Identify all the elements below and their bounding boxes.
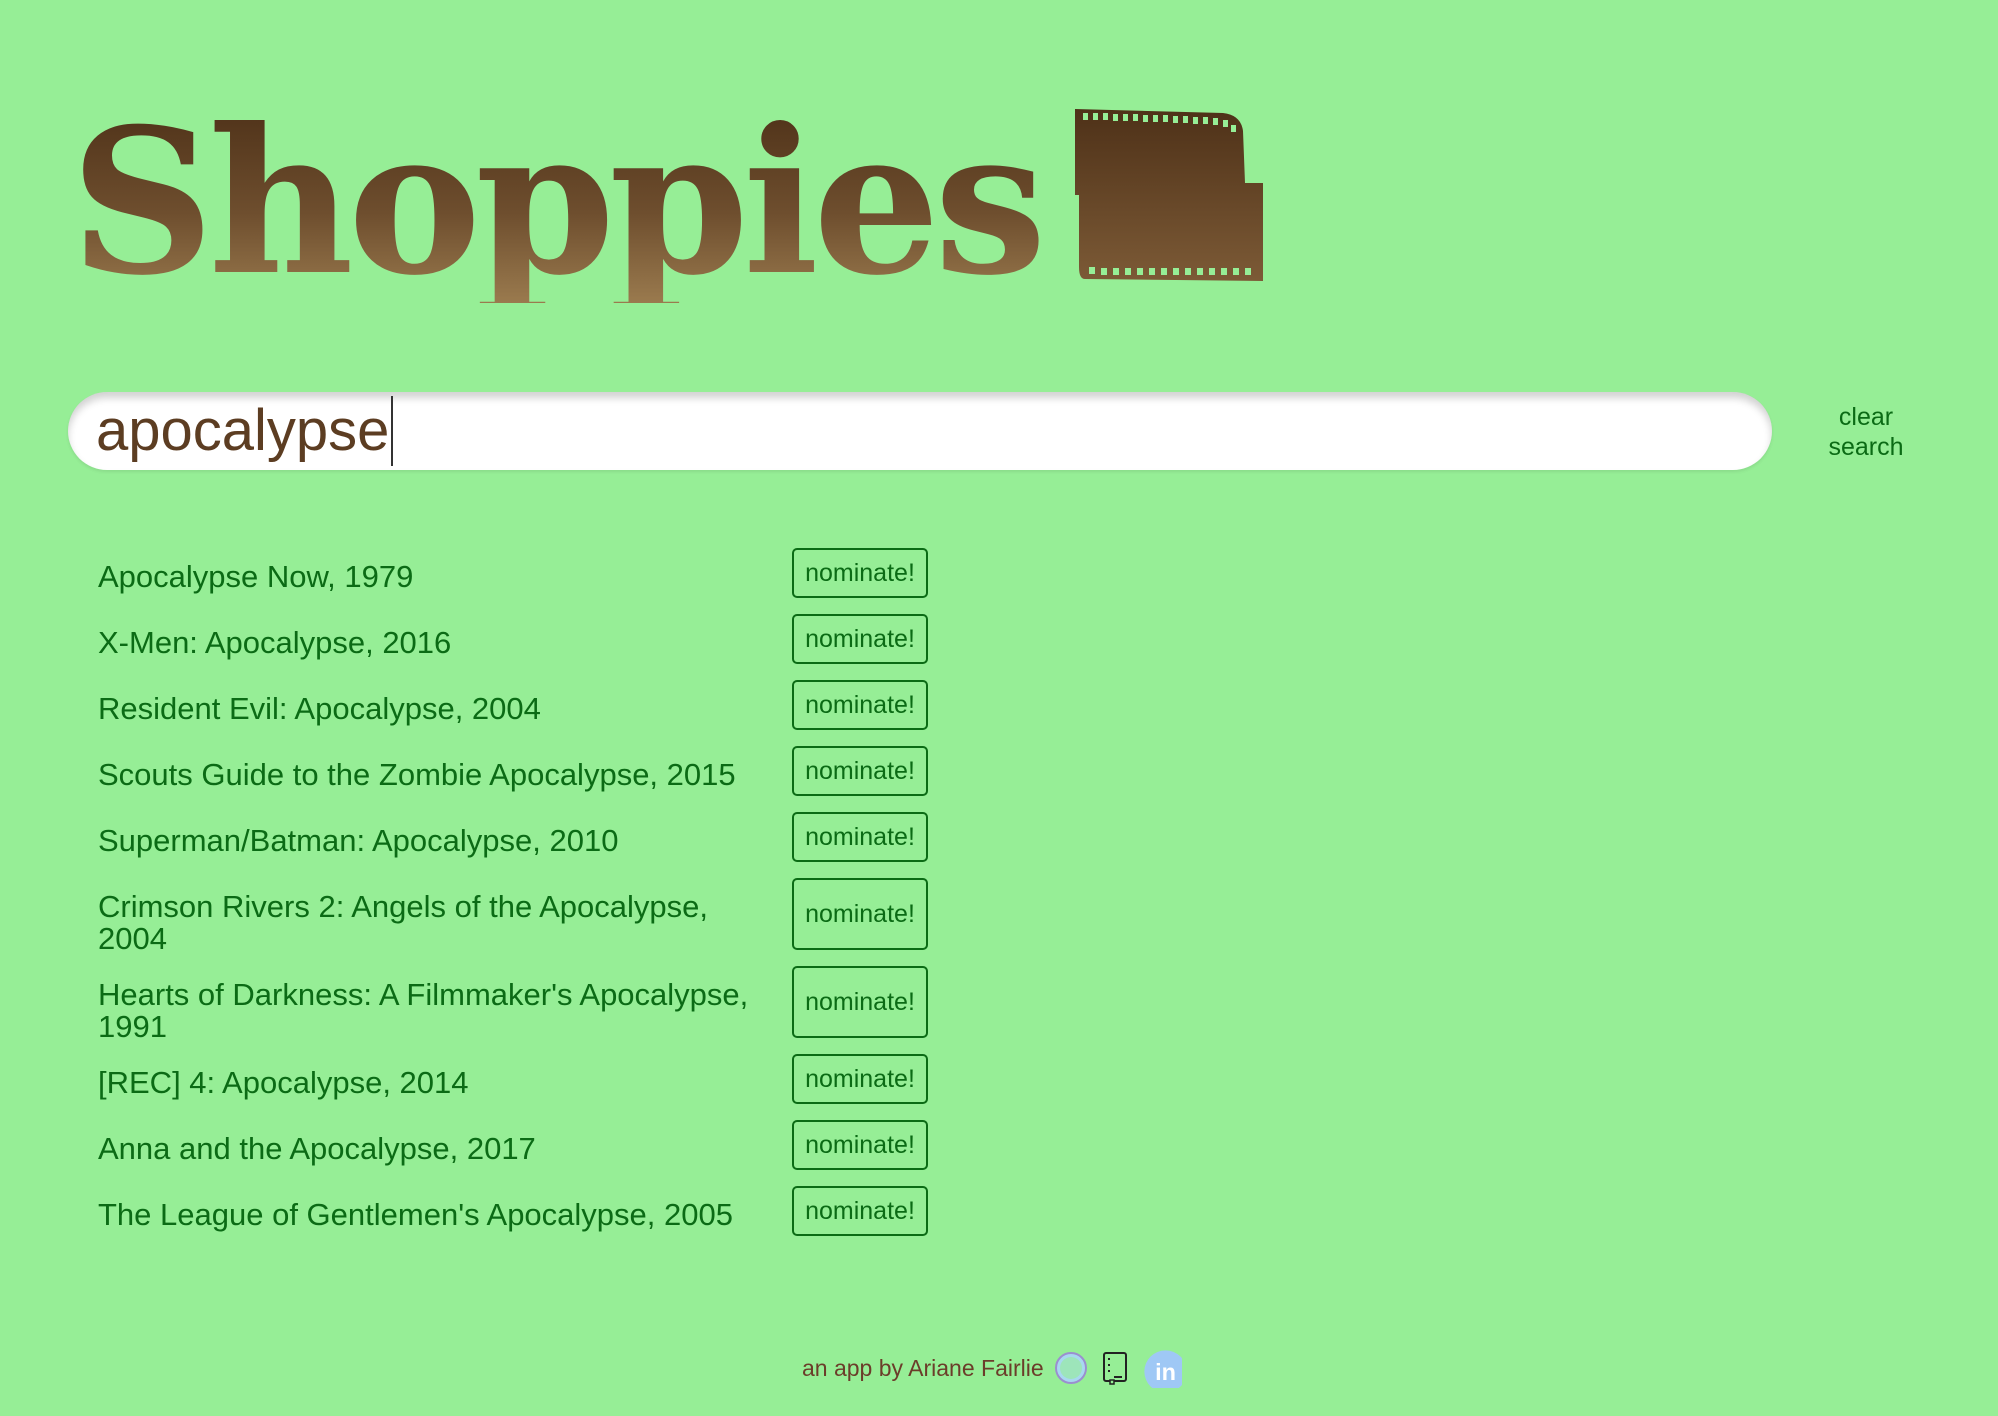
result-row: Crimson Rivers 2: Angels of the Apocalyp… — [98, 878, 928, 966]
search-input[interactable]: apocalypse — [96, 396, 389, 466]
movie-title: Superman/Batman: Apocalypse, 2010 — [98, 823, 619, 858]
result-row: Superman/Batman: Apocalypse, 2010 nomina… — [98, 812, 928, 878]
result-row: The League of Gentlemen's Apocalypse, 20… — [98, 1186, 928, 1252]
logo: Shoppies — [70, 95, 1263, 303]
github-icon[interactable] — [1054, 1351, 1088, 1385]
clear-search-button[interactable]: clear search — [1816, 402, 1916, 462]
nominate-button[interactable]: nominate! — [792, 1120, 928, 1170]
result-row: Hearts of Darkness: A Filmmaker's Apocal… — [98, 966, 928, 1054]
movie-title: Resident Evil: Apocalypse, 2004 — [98, 691, 541, 726]
result-row: Scouts Guide to the Zombie Apocalypse, 2… — [98, 746, 928, 812]
movie-title: Hearts of Darkness: A Filmmaker's Apocal… — [98, 977, 749, 1044]
nominate-button[interactable]: nominate! — [792, 878, 928, 950]
movie-title: Crimson Rivers 2: Angels of the Apocalyp… — [98, 889, 708, 956]
footer-credit: an app by Ariane Fairlie — [802, 1354, 1044, 1381]
movie-title: X-Men: Apocalypse, 2016 — [98, 625, 452, 660]
search-bar[interactable]: apocalypse — [68, 392, 1772, 470]
svg-text:in: in — [1155, 1359, 1176, 1385]
movie-title: Anna and the Apocalypse, 2017 — [98, 1131, 536, 1166]
nominate-button[interactable]: nominate! — [792, 614, 928, 664]
portfolio-icon[interactable] — [1098, 1351, 1132, 1385]
nominate-button[interactable]: nominate! — [792, 812, 928, 862]
linkedin-icon[interactable]: in — [1142, 1348, 1182, 1388]
nominate-button[interactable]: nominate! — [792, 548, 928, 598]
text-caret — [391, 396, 394, 466]
clear-search-label-line2: search — [1828, 433, 1904, 461]
nominate-button[interactable]: nominate! — [792, 1186, 928, 1236]
result-row: X-Men: Apocalypse, 2016 nominate! — [98, 614, 928, 680]
page: Shoppies apocalypse clear search Apocaly… — [0, 0, 1998, 1416]
footer: an app by Ariane Fairlie in — [802, 1348, 1182, 1388]
nominate-button[interactable]: nominate! — [792, 746, 928, 796]
result-row: Apocalypse Now, 1979 nominate! — [98, 548, 928, 614]
results-list: Apocalypse Now, 1979 nominate! X-Men: Ap… — [98, 548, 928, 1252]
movie-title: [REC] 4: Apocalypse, 2014 — [98, 1065, 469, 1100]
app-title: Shoppies — [70, 85, 1047, 320]
movie-title: The League of Gentlemen's Apocalypse, 20… — [98, 1197, 733, 1232]
result-row: Anna and the Apocalypse, 2017 nominate! — [98, 1120, 928, 1186]
film-strip-icon — [1074, 109, 1263, 281]
nominate-button[interactable]: nominate! — [792, 966, 928, 1038]
movie-title: Apocalypse Now, 1979 — [98, 559, 414, 594]
nominate-button[interactable]: nominate! — [792, 680, 928, 730]
result-row: [REC] 4: Apocalypse, 2014 nominate! — [98, 1054, 928, 1120]
nominate-button[interactable]: nominate! — [792, 1054, 928, 1104]
clear-search-label-line1: clear — [1838, 403, 1894, 431]
result-row: Resident Evil: Apocalypse, 2004 nominate… — [98, 680, 928, 746]
movie-title: Scouts Guide to the Zombie Apocalypse, 2… — [98, 757, 736, 792]
